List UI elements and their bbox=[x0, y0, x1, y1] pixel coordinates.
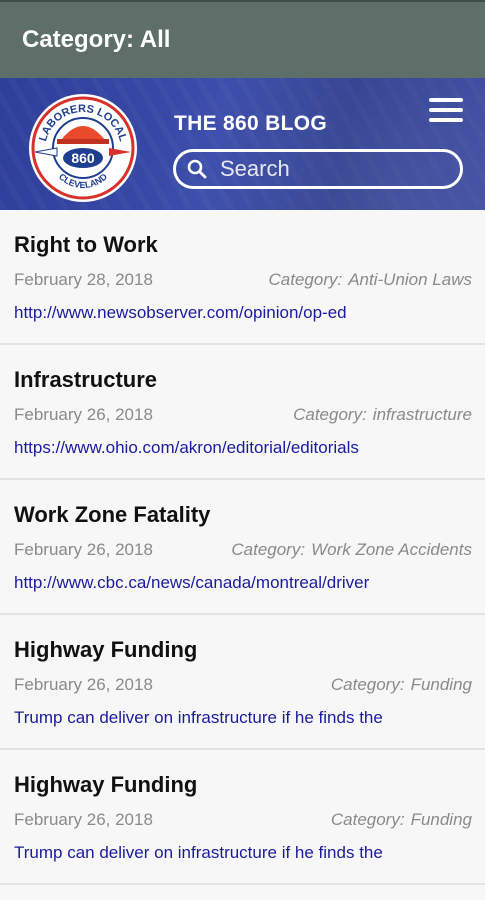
post-title[interactable]: Right to Work bbox=[14, 232, 158, 258]
category-label: Category: bbox=[231, 540, 306, 559]
blog-title: THE 860 BLOG bbox=[174, 112, 327, 135]
list-item[interactable]: Work Zone Fatality February 26, 2018 Cat… bbox=[0, 480, 485, 615]
category-title: Category: All bbox=[22, 26, 171, 53]
category-label: Category: bbox=[330, 675, 405, 694]
post-category: Category: Funding bbox=[331, 675, 472, 695]
category-value: Funding bbox=[410, 675, 472, 694]
hamburger-menu-button[interactable] bbox=[429, 98, 463, 126]
post-category: Category: infrastructure bbox=[293, 405, 472, 425]
category-value: Funding bbox=[410, 810, 472, 829]
app-bar: Category: All bbox=[0, 0, 485, 78]
post-category: Category: Work Zone Accidents bbox=[231, 540, 472, 560]
menu-bar-icon bbox=[429, 108, 463, 112]
menu-bar-icon bbox=[429, 118, 463, 122]
post-date: February 26, 2018 bbox=[14, 405, 153, 424]
post-link[interactable]: Trump can deliver on infrastructure if h… bbox=[14, 708, 383, 728]
post-title[interactable]: Infrastructure bbox=[14, 367, 157, 393]
post-category: Category: Anti-Union Laws bbox=[269, 270, 472, 290]
post-link[interactable]: Trump can deliver on infrastructure if h… bbox=[14, 843, 383, 863]
search-input[interactable] bbox=[218, 155, 442, 183]
category-label: Category: bbox=[330, 810, 405, 829]
logo-number: 860 bbox=[71, 150, 95, 166]
post-date: February 26, 2018 bbox=[14, 810, 153, 829]
post-link[interactable]: http://www.newsobserver.com/opinion/op-e… bbox=[14, 303, 347, 323]
post-link[interactable]: http://www.cbc.ca/news/canada/montreal/d… bbox=[14, 573, 369, 593]
post-title[interactable]: Highway Funding bbox=[14, 637, 197, 663]
category-label: Category: bbox=[293, 405, 367, 424]
category-label: Category: bbox=[268, 270, 343, 289]
menu-bar-icon bbox=[429, 98, 463, 102]
list-item[interactable]: Highway Funding February 26, 2018 Catego… bbox=[0, 750, 485, 885]
category-value: Work Zone Accidents bbox=[311, 540, 472, 559]
list-item[interactable]: Infrastructure February 26, 2018 Categor… bbox=[0, 345, 485, 480]
post-title[interactable]: Highway Funding bbox=[14, 772, 197, 798]
blog-header: 860 LABORERS LOCAL CLEVELAND THE 860 BLO… bbox=[0, 78, 485, 210]
list-item[interactable]: Highway Funding February 26, 2018 Catego… bbox=[0, 615, 485, 750]
post-category: Category: Funding bbox=[331, 810, 472, 830]
search-box[interactable] bbox=[173, 149, 463, 189]
list-item[interactable]: Right to Work February 28, 2018 Category… bbox=[0, 210, 485, 345]
post-title[interactable]: Work Zone Fatality bbox=[14, 502, 210, 528]
category-value: Anti-Union Laws bbox=[348, 270, 472, 289]
post-date: February 26, 2018 bbox=[14, 540, 153, 559]
post-date: February 26, 2018 bbox=[14, 675, 153, 694]
category-value: infrastructure bbox=[372, 405, 472, 424]
post-link[interactable]: https://www.ohio.com/akron/editorial/edi… bbox=[14, 438, 359, 458]
post-list: Right to Work February 28, 2018 Category… bbox=[0, 210, 485, 885]
laborers-local-860-logo: 860 LABORERS LOCAL CLEVELAND bbox=[29, 94, 137, 202]
post-date: February 28, 2018 bbox=[14, 270, 153, 289]
search-icon bbox=[187, 159, 207, 179]
